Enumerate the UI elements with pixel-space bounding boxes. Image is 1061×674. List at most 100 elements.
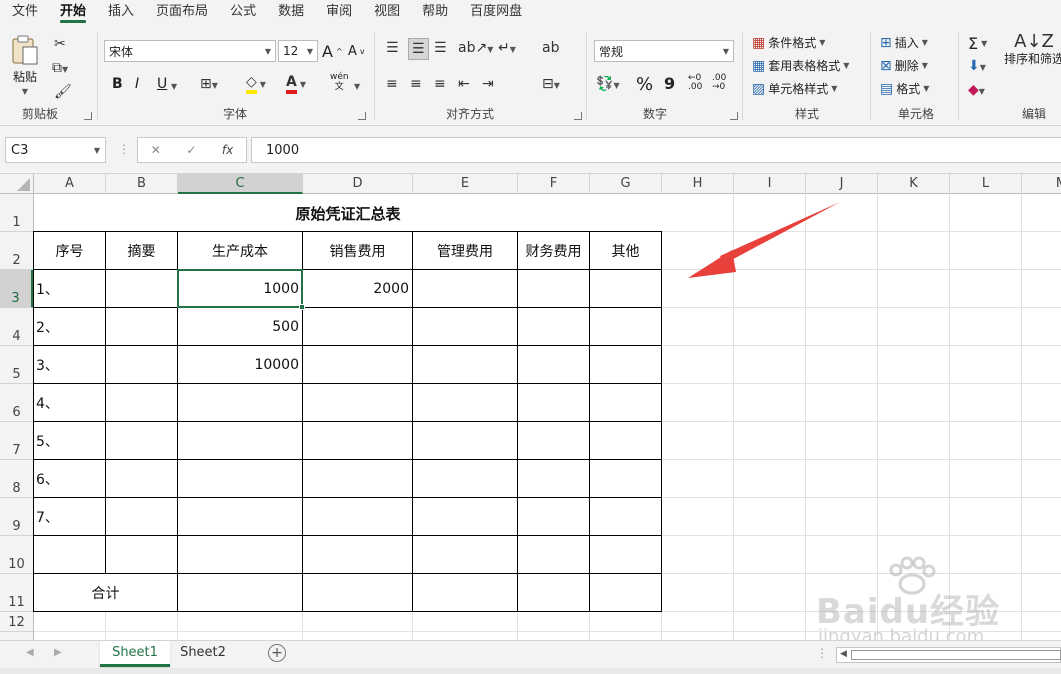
alignment-launcher-icon[interactable] bbox=[574, 112, 582, 120]
add-sheet-button[interactable]: + bbox=[268, 644, 286, 662]
menu-item-2[interactable]: 插入 bbox=[96, 0, 144, 24]
cut-icon[interactable]: ✂ bbox=[54, 36, 66, 52]
autosum-button[interactable]: Σ ▼ bbox=[968, 34, 987, 53]
table-cell[interactable] bbox=[106, 270, 178, 308]
table-cell[interactable] bbox=[590, 384, 662, 422]
menu-item-0[interactable]: 文件 bbox=[0, 0, 48, 24]
conditional-format-button[interactable]: ▦ 条件格式 ▼ bbox=[752, 34, 825, 51]
table-cell[interactable]: 500 bbox=[178, 308, 303, 346]
table-cell[interactable] bbox=[303, 460, 413, 498]
number-format-select[interactable]: 常规 ▼ bbox=[594, 40, 734, 62]
format-as-table-button[interactable]: ▦ 套用表格格式 ▼ bbox=[752, 57, 849, 74]
wrap-text-icon[interactable]: ↵▼ bbox=[498, 40, 516, 58]
table-cell[interactable] bbox=[518, 384, 590, 422]
menu-item-5[interactable]: 数据 bbox=[266, 0, 314, 24]
grow-font-button[interactable]: A ^ bbox=[322, 42, 343, 61]
column-header-M[interactable]: M bbox=[1022, 174, 1061, 194]
table-cell[interactable] bbox=[590, 460, 662, 498]
sheet-title[interactable]: 原始凭证汇总表 bbox=[34, 194, 662, 232]
fill-color-button[interactable]: ◇ ▼ bbox=[246, 74, 266, 94]
column-header-L[interactable]: L bbox=[950, 174, 1022, 194]
table-cell[interactable] bbox=[303, 422, 413, 460]
header-cell[interactable]: 序号 bbox=[34, 232, 106, 270]
row-header-6[interactable]: 6 bbox=[0, 384, 33, 422]
table-cell[interactable] bbox=[413, 308, 518, 346]
total-label-cell[interactable]: 合计 bbox=[34, 574, 178, 612]
table-cell[interactable]: 1000 bbox=[178, 270, 303, 308]
name-box-dropdown-icon[interactable]: ▼ bbox=[94, 146, 100, 155]
table-cell[interactable] bbox=[178, 536, 303, 574]
table-cell[interactable] bbox=[303, 498, 413, 536]
table-cell[interactable]: 1、 bbox=[34, 270, 106, 308]
total-cell[interactable] bbox=[413, 574, 518, 612]
column-header-F[interactable]: F bbox=[518, 174, 590, 194]
column-header-C[interactable]: C bbox=[178, 174, 303, 194]
table-cell[interactable] bbox=[590, 346, 662, 384]
table-cell[interactable]: 3、 bbox=[34, 346, 106, 384]
orientation-icon[interactable]: ab↗▼ bbox=[458, 40, 493, 58]
total-cell[interactable] bbox=[518, 574, 590, 612]
insert-function-icon[interactable]: fx bbox=[222, 143, 233, 157]
table-cell[interactable] bbox=[106, 498, 178, 536]
menu-item-4[interactable]: 公式 bbox=[218, 0, 266, 24]
clear-icon[interactable]: ◆▼ bbox=[968, 82, 985, 100]
menu-item-3[interactable]: 页面布局 bbox=[144, 0, 218, 24]
header-cell[interactable]: 财务费用 bbox=[518, 232, 590, 270]
row-header-10[interactable]: 10 bbox=[0, 536, 33, 574]
table-cell[interactable] bbox=[518, 498, 590, 536]
table-cell[interactable] bbox=[178, 498, 303, 536]
align-left-icon[interactable]: ≡ bbox=[386, 76, 398, 92]
table-cell[interactable] bbox=[413, 498, 518, 536]
table-cell[interactable] bbox=[590, 498, 662, 536]
phonetic-dropdown-icon[interactable]: ▼ bbox=[354, 82, 360, 91]
table-cell[interactable] bbox=[590, 536, 662, 574]
number-launcher-icon[interactable] bbox=[730, 112, 738, 120]
table-cell[interactable] bbox=[518, 422, 590, 460]
paste-button[interactable]: 粘贴 ▼ bbox=[10, 34, 40, 96]
font-color-button[interactable]: A ▼ bbox=[286, 74, 306, 94]
row-header-3[interactable]: 3 bbox=[0, 270, 33, 308]
select-all-corner[interactable] bbox=[0, 174, 34, 194]
row-header-12[interactable]: 12 bbox=[0, 612, 33, 632]
header-cell[interactable]: 摘要 bbox=[106, 232, 178, 270]
column-header-J[interactable]: J bbox=[806, 174, 878, 194]
row-header-8[interactable]: 8 bbox=[0, 460, 33, 498]
italic-button[interactable]: I bbox=[135, 76, 139, 92]
column-header-G[interactable]: G bbox=[590, 174, 662, 194]
table-cell[interactable] bbox=[590, 270, 662, 308]
comma-button[interactable]: 9 bbox=[664, 74, 675, 93]
increase-indent-icon[interactable]: ⇥ bbox=[482, 76, 494, 92]
border-icon[interactable]: ⊞▼ bbox=[200, 76, 218, 94]
table-cell[interactable] bbox=[178, 384, 303, 422]
column-header-H[interactable]: H bbox=[662, 174, 734, 194]
table-cell[interactable] bbox=[590, 308, 662, 346]
cell-styles-button[interactable]: ▨ 单元格样式 ▼ bbox=[752, 80, 837, 97]
font-launcher-icon[interactable] bbox=[358, 112, 366, 120]
header-cell[interactable]: 销售费用 bbox=[303, 232, 413, 270]
row-header-9[interactable]: 9 bbox=[0, 498, 33, 536]
align-bottom-icon[interactable]: ☰ bbox=[434, 40, 447, 56]
header-cell[interactable]: 其他 bbox=[590, 232, 662, 270]
table-cell[interactable] bbox=[413, 346, 518, 384]
total-cell[interactable] bbox=[303, 574, 413, 612]
decrease-indent-icon[interactable]: ⇤ bbox=[458, 76, 470, 92]
column-header-B[interactable]: B bbox=[106, 174, 178, 194]
underline-button[interactable]: U bbox=[157, 76, 167, 92]
table-cell[interactable]: 10000 bbox=[178, 346, 303, 384]
next-sheet-icon[interactable]: ▶ bbox=[54, 647, 62, 658]
table-cell[interactable] bbox=[590, 422, 662, 460]
column-header-I[interactable]: I bbox=[734, 174, 806, 194]
align-top-icon[interactable]: ☰ bbox=[386, 40, 399, 56]
percent-button[interactable]: % bbox=[636, 74, 653, 95]
table-cell[interactable] bbox=[34, 536, 106, 574]
tab-splitter-icon[interactable]: ⋮ bbox=[816, 646, 828, 660]
row-header-5[interactable]: 5 bbox=[0, 346, 33, 384]
table-cell[interactable]: 6、 bbox=[34, 460, 106, 498]
table-cell[interactable]: 4、 bbox=[34, 384, 106, 422]
font-size-select[interactable]: 12 ▼ bbox=[278, 40, 318, 62]
header-cell[interactable]: 生产成本 bbox=[178, 232, 303, 270]
table-cell[interactable] bbox=[106, 384, 178, 422]
menu-item-6[interactable]: 审阅 bbox=[314, 0, 362, 24]
table-cell[interactable] bbox=[303, 384, 413, 422]
currency-icon[interactable]: 💱▼ bbox=[596, 76, 620, 94]
